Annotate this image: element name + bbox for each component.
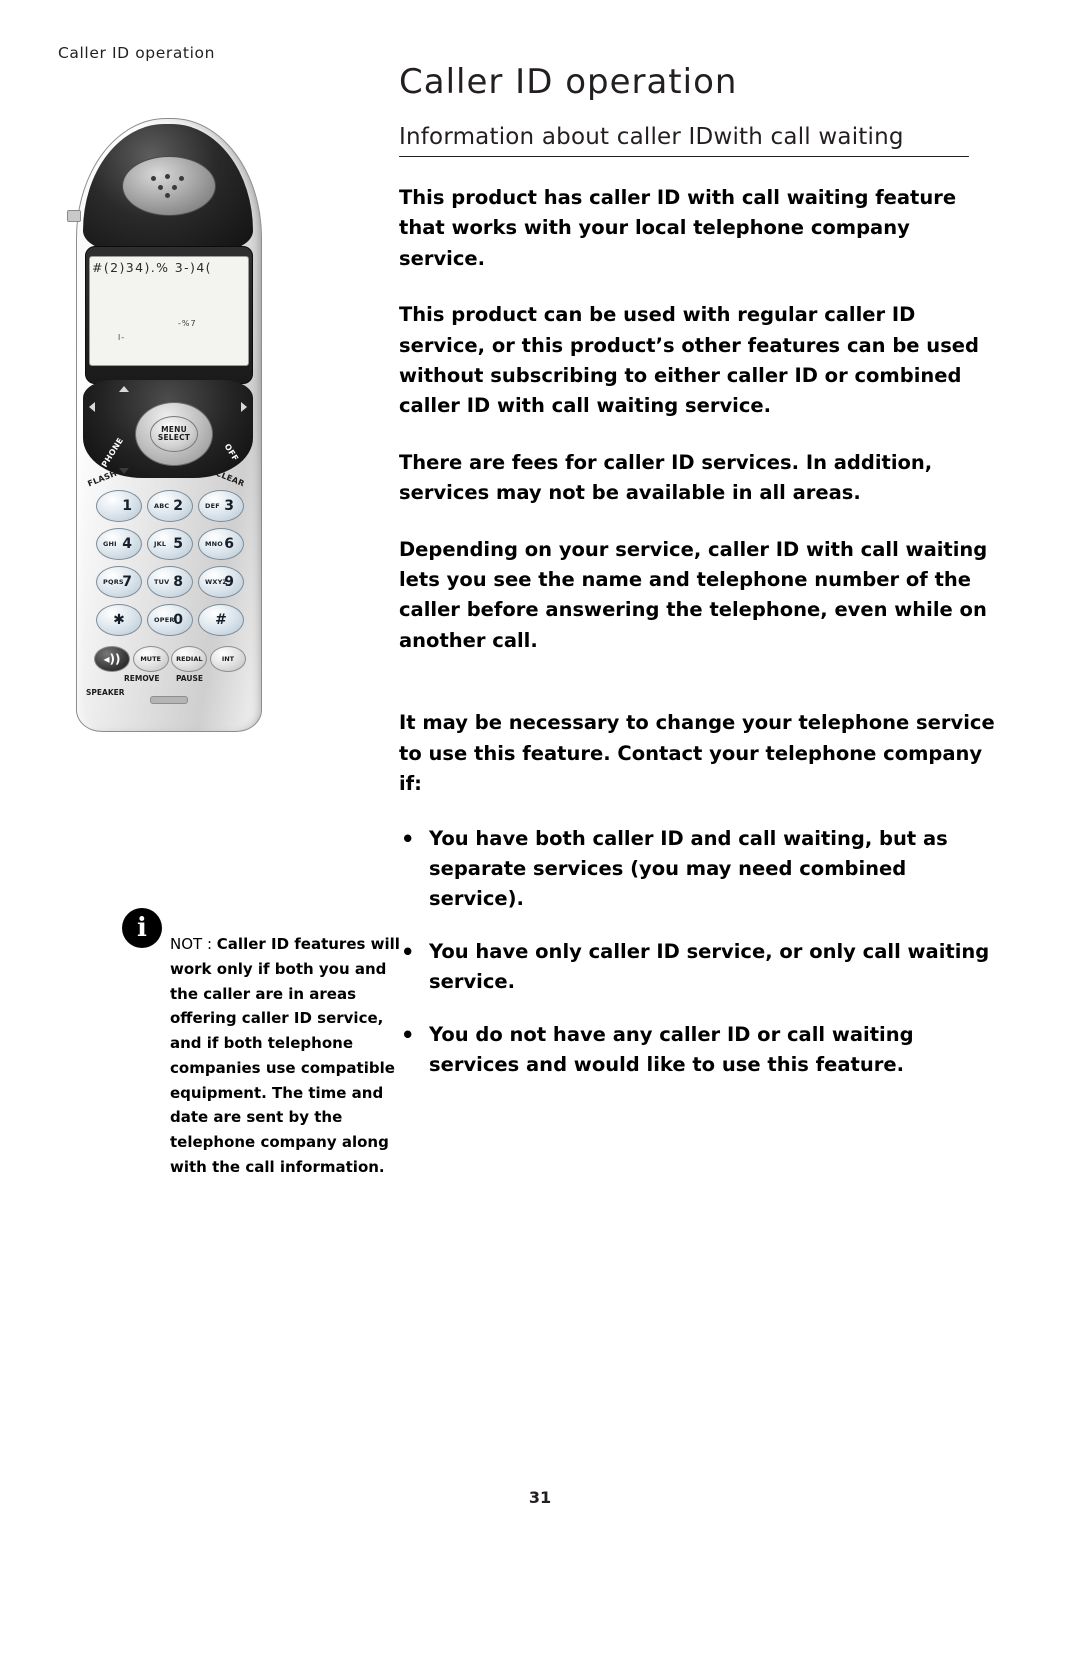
- page-number: 31: [528, 1488, 552, 1507]
- key-alpha: JKL: [154, 540, 167, 548]
- list-item: You have both caller ID and call waiting…: [399, 822, 995, 915]
- handset-side-button: [67, 210, 81, 222]
- remove-caption: REMOVE: [124, 674, 160, 683]
- keypad-row: GHI 4 JKL 5 MNO 6: [96, 528, 244, 560]
- paragraph-1: This product has caller ID with call wai…: [399, 186, 957, 270]
- right-column: Caller ID operation Information about ca…: [399, 62, 999, 1102]
- key-1: 1: [96, 490, 142, 522]
- key-number: 4: [122, 536, 132, 552]
- list-item: You do not have any caller ID or call wa…: [399, 1019, 995, 1081]
- speaker-caption: SPEAKER: [86, 688, 125, 697]
- section-subtitle: Information about caller IDwith call wai…: [399, 124, 969, 157]
- note-lead: NOT: [170, 935, 203, 953]
- paragraph-2: This product can be used with regular ca…: [399, 303, 979, 418]
- key-alpha: TUV: [154, 578, 170, 586]
- mute-button: MUTE: [132, 646, 169, 672]
- key-number: 6: [224, 536, 234, 552]
- lcd-screen: #(2)34).% 3-)4( -%7 l-: [89, 256, 249, 366]
- key-alpha: DEF: [205, 502, 220, 510]
- keypad-row: PQRS 7 TUV 8 WXYZ 9: [96, 566, 244, 598]
- redial-button: REDIAL: [171, 646, 208, 672]
- select-label: SELECT: [157, 433, 191, 442]
- key-alpha: OPER: [154, 616, 175, 624]
- paragraph-3: There are fees for caller ID services. I…: [399, 450, 933, 505]
- key-number: 5: [173, 536, 183, 552]
- key-5: JKL 5: [147, 528, 193, 560]
- key-4: GHI 4: [96, 528, 142, 560]
- note-text: NOT : Caller ID features will work only …: [170, 932, 416, 1180]
- speaker-holes: [149, 174, 189, 198]
- key-number: 8: [173, 574, 183, 590]
- key-pound: #: [198, 604, 244, 636]
- handset-microphone: [150, 696, 188, 704]
- earpiece-speaker-icon: [122, 156, 216, 216]
- key-2: ABC 2: [147, 490, 193, 522]
- nav-right-icon: [241, 402, 247, 412]
- list-item: You have only caller ID service, or only…: [399, 936, 995, 998]
- info-icon: i: [122, 908, 162, 948]
- lcd-line-1: #(2)34).% 3-)4(: [92, 260, 212, 275]
- note-body: Caller ID features will work only if bot…: [170, 935, 400, 1176]
- document-page: Caller ID operation #(2)34).% 3-)4( -%7 …: [0, 0, 1080, 1665]
- running-header: Caller ID operation: [58, 44, 216, 62]
- page-title: Caller ID operation: [399, 62, 738, 102]
- keypad-row: 1 ABC 2 DEF 3: [96, 490, 244, 522]
- key-alpha: GHI: [103, 540, 117, 548]
- handset-illustration: #(2)34).% 3-)4( -%7 l- MENU SELECT PHONE…: [67, 118, 266, 738]
- key-alpha: ABC: [154, 502, 170, 510]
- lcd-line-3: l-: [118, 333, 126, 342]
- nav-up-icon: [119, 386, 129, 392]
- key-number: 9: [224, 574, 234, 590]
- key-star: ✱: [96, 604, 142, 636]
- lcd-line-2: -%7: [178, 319, 197, 328]
- key-6: MNO 6: [198, 528, 244, 560]
- key-number: 1: [122, 498, 132, 514]
- key-7: PQRS 7: [96, 566, 142, 598]
- navigation-ring: MENU SELECT: [135, 402, 213, 466]
- key-0: OPER 0: [147, 604, 193, 636]
- pause-caption: PAUSE: [176, 674, 203, 683]
- nav-left-icon: [89, 402, 95, 412]
- keypad: 1 ABC 2 DEF 3 GHI 4 JKL 5 MNO 6 PQRS 7 T…: [96, 490, 244, 642]
- keypad-row: ✱ OPER 0 #: [96, 604, 244, 636]
- key-alpha: PQRS: [103, 578, 124, 586]
- key-number: 2: [173, 498, 183, 514]
- function-key-row: ◂)) MUTE REDIAL INT: [94, 646, 246, 672]
- key-number: 7: [122, 574, 132, 590]
- int-button: INT: [209, 646, 246, 672]
- subtitle-part-2: with call waiting: [713, 124, 904, 150]
- speaker-button: ◂)): [94, 646, 130, 672]
- key-3: DEF 3: [198, 490, 244, 522]
- key-9: WXYZ 9: [198, 566, 244, 598]
- nav-down-icon: [119, 468, 129, 474]
- menu-select-button: MENU SELECT: [150, 416, 198, 452]
- key-alpha: MNO: [205, 540, 224, 548]
- subtitle-part-1: Information about caller ID: [399, 124, 714, 150]
- key-number: 0: [173, 612, 183, 628]
- left-column: #(2)34).% 3-)4( -%7 l- MENU SELECT PHONE…: [58, 118, 400, 1176]
- key-number: 3: [224, 498, 234, 514]
- key-8: TUV 8: [147, 566, 193, 598]
- note-colon: :: [202, 935, 217, 953]
- paragraph-5: It may be necessary to change your telep…: [399, 711, 995, 796]
- bullet-list: You have both caller ID and call waiting…: [399, 822, 995, 1081]
- paragraph-4: Depending on your service, caller ID wit…: [399, 537, 988, 652]
- key-number: #: [215, 612, 227, 628]
- key-number: ✱: [113, 612, 125, 628]
